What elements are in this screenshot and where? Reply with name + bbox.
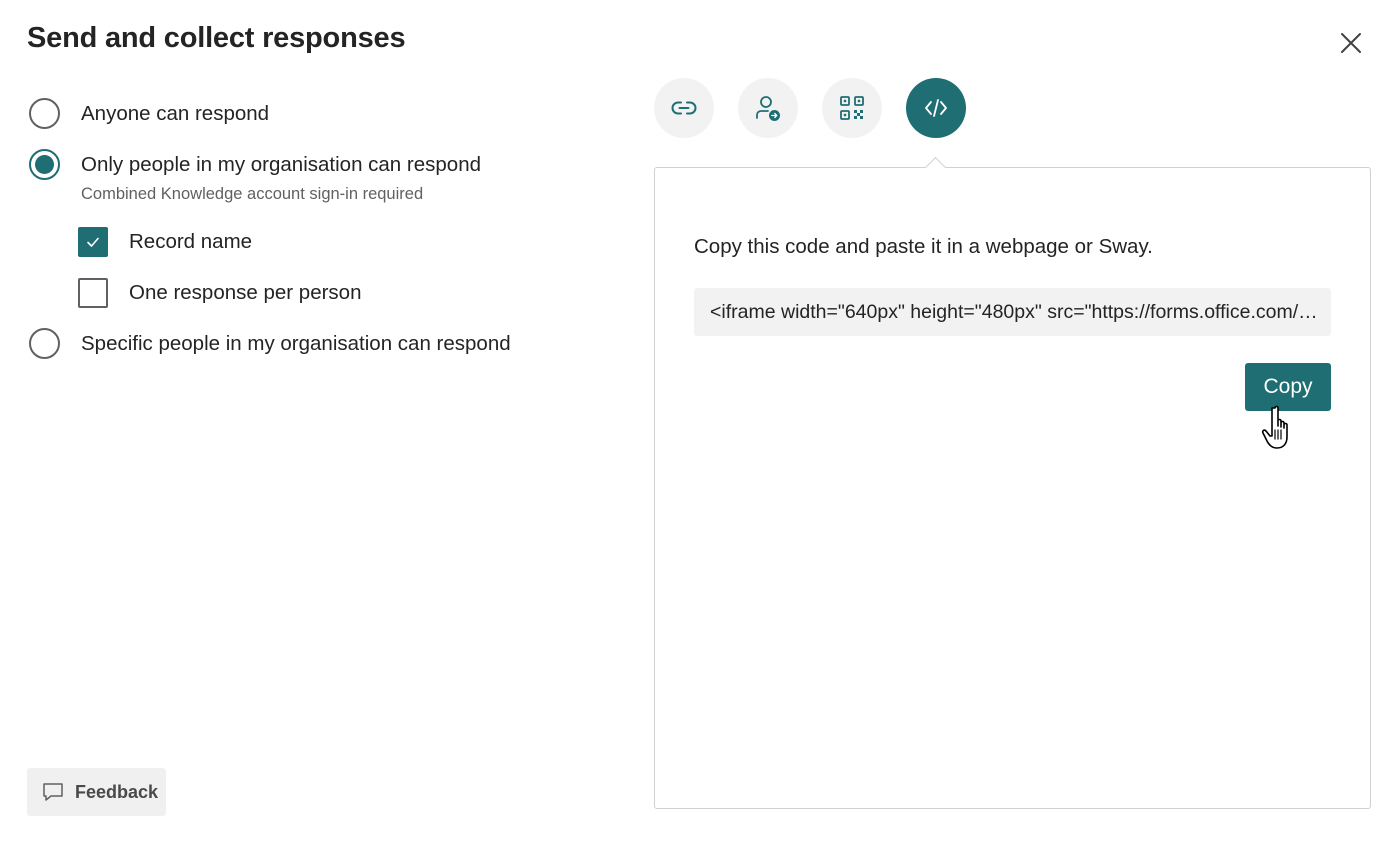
embed-code-field[interactable]: <iframe width="640px" height="480px" src… (694, 288, 1331, 336)
radio-organisation-circle[interactable] (29, 149, 60, 180)
radio-organisation[interactable]: Only people in my organisation can respo… (29, 149, 481, 180)
checkmark-icon (87, 237, 99, 247)
share-people-button[interactable] (738, 78, 798, 138)
radio-organisation-label: Only people in my organisation can respo… (81, 152, 481, 176)
radio-anyone-circle[interactable] (29, 98, 60, 129)
record-name-box[interactable] (78, 227, 108, 257)
one-response-box[interactable] (78, 278, 108, 308)
feedback-label: Feedback (75, 781, 159, 802)
share-embed-button[interactable] (906, 78, 966, 138)
record-name-label: Record name (129, 230, 253, 253)
person-share-icon (756, 96, 780, 121)
link-icon (671, 101, 697, 115)
dialog-title: Send and collect responses (27, 22, 406, 54)
sign-in-note: Combined Knowledge account sign-in requi… (81, 185, 424, 203)
embed-code-icon (925, 99, 947, 117)
copy-button[interactable]: Copy (1245, 363, 1331, 411)
comment-icon (43, 783, 63, 801)
one-response-checkbox[interactable]: One response per person (78, 278, 361, 308)
one-response-label: One response per person (129, 281, 362, 304)
share-qr-button[interactable] (822, 78, 882, 138)
qr-code-icon (840, 96, 864, 120)
radio-anyone-label: Anyone can respond (81, 101, 270, 125)
radio-specific-label: Specific people in my organisation can r… (81, 331, 511, 355)
share-link-button[interactable] (654, 78, 714, 138)
radio-specific-circle[interactable] (29, 328, 60, 359)
embed-panel (654, 167, 1371, 809)
embed-instruction: Copy this code and paste it in a webpage… (694, 235, 1153, 258)
radio-anyone[interactable]: Anyone can respond (29, 98, 269, 129)
close-icon (1341, 33, 1361, 53)
close-button[interactable] (1334, 26, 1368, 60)
radio-specific-people[interactable]: Specific people in my organisation can r… (29, 328, 511, 359)
record-name-checkbox[interactable]: Record name (78, 227, 252, 257)
feedback-button[interactable]: Feedback (27, 768, 166, 816)
